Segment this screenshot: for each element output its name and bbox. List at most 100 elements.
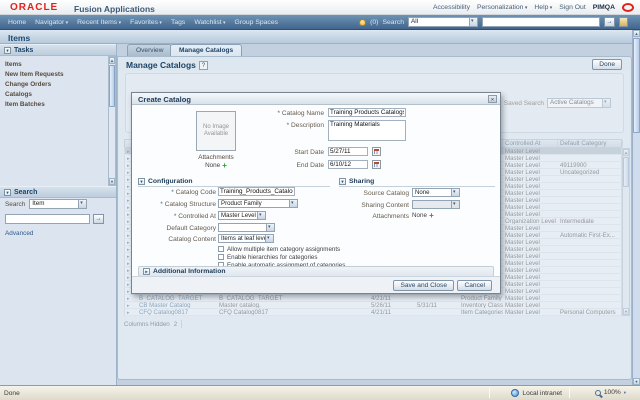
sidebar-search-scope-select[interactable]: Item (29, 199, 87, 209)
scrollbar-thumb[interactable] (109, 65, 115, 107)
tasks-sidebar: Tasks Items New Item Requests Change Ord… (0, 44, 117, 385)
scrollbar-thumb[interactable] (633, 38, 640, 133)
dropdown-arrow-icon[interactable] (266, 224, 274, 231)
nav-home[interactable]: Home (8, 19, 26, 26)
dropdown-arrow-icon[interactable] (78, 200, 86, 208)
configuration-section-header[interactable]: Configuration (138, 177, 330, 187)
sign-out-link[interactable]: Sign Out (559, 4, 585, 11)
tasks-list: Items New Item Requests Change Orders Ca… (0, 56, 108, 186)
default-category-select[interactable] (218, 223, 275, 232)
create-catalog-dialog: Create Catalog No Image Available Attach… (131, 92, 501, 294)
dropdown-arrow-icon[interactable] (451, 189, 459, 196)
page-scrollbar[interactable]: ▲ ▼ (632, 30, 640, 385)
end-date-input[interactable] (328, 160, 368, 169)
scroll-up-icon[interactable]: ▲ (109, 57, 115, 64)
start-date-calendar-icon[interactable] (372, 147, 381, 156)
catalog-structure-label: Catalog Structure (136, 200, 216, 209)
done-button[interactable]: Done (592, 59, 622, 70)
accessibility-link[interactable]: Accessibility (433, 4, 470, 11)
source-catalog-select[interactable]: None (412, 188, 460, 197)
help-icon[interactable] (199, 61, 208, 70)
app-title: Items (8, 33, 30, 43)
checkbox[interactable] (218, 254, 224, 260)
catalog-name-label: Catalog Name (228, 109, 324, 118)
sidebar-search-label: Search (5, 201, 25, 208)
dropdown-arrow-icon[interactable] (257, 212, 265, 219)
start-date-input[interactable] (328, 147, 368, 156)
default-category-label: Default Category (136, 224, 216, 233)
status-text: Done (4, 390, 20, 397)
collapse-icon[interactable] (339, 178, 346, 185)
start-date-label: Start Date (228, 148, 324, 157)
zoom-control[interactable]: 100% ▾ (595, 389, 626, 396)
sharing-section-header[interactable]: Sharing (339, 177, 495, 187)
close-icon[interactable] (488, 95, 497, 103)
tasks-panel-header[interactable]: Tasks (0, 44, 116, 56)
catalog-structure-select[interactable]: Product Family (218, 199, 298, 208)
dropdown-arrow-icon (451, 201, 459, 208)
collapse-icon[interactable] (138, 178, 145, 185)
section-heading-item-batches: Item Batches (5, 101, 106, 108)
tab-manage-catalogs[interactable]: Manage Catalogs (170, 44, 242, 56)
dropdown-arrow-icon[interactable] (265, 235, 273, 242)
nav-recent-items[interactable]: Recent Items (77, 19, 121, 26)
catalog-name-input[interactable] (328, 108, 406, 117)
dropdown-arrow-icon[interactable] (289, 200, 297, 207)
nav-watchlist[interactable]: Watchlist (194, 19, 225, 26)
save-and-close-button[interactable]: Save and Close (393, 280, 454, 291)
help-menu[interactable]: Help (534, 4, 552, 11)
oracle-logo: ORACLE (10, 2, 58, 13)
sharing-content-select (412, 200, 460, 209)
scroll-down-icon[interactable]: ▼ (109, 178, 115, 185)
nav-group-spaces[interactable]: Group Spaces (235, 19, 278, 26)
collapse-icon[interactable] (4, 47, 11, 54)
controlled-at-select[interactable]: Master Level (218, 211, 266, 220)
add-attachment-icon[interactable] (222, 162, 227, 169)
description-textarea[interactable]: Training Materials (328, 120, 406, 141)
global-search-input[interactable] (482, 17, 600, 27)
tab-overview[interactable]: Overview (127, 44, 172, 56)
dialog-title-bar[interactable]: Create Catalog (132, 93, 500, 105)
description-label: Description (228, 121, 324, 130)
magnifier-icon (595, 390, 601, 396)
tasks-scrollbar[interactable]: ▲ ▼ (108, 56, 116, 186)
global-search-scope-select[interactable]: All (408, 17, 478, 27)
sharing-attachments-value: None (412, 212, 427, 219)
section-heading-new-item-requests: New Item Requests (5, 71, 106, 78)
search-go-button[interactable] (604, 17, 615, 27)
search-panel-header[interactable]: Search (0, 186, 116, 198)
scroll-up-icon[interactable]: ▲ (633, 30, 640, 37)
app-title-bar: Items (0, 30, 640, 44)
catalog-content-label: Catalog Content (136, 235, 216, 244)
collapse-icon[interactable] (4, 189, 11, 196)
scroll-down-icon[interactable]: ▼ (633, 378, 640, 385)
global-nav-bar: Home Navigator Recent Items Favorites Ta… (0, 15, 640, 30)
section-heading-items: Items (5, 61, 106, 68)
catalog-code-label: Catalog Code (136, 188, 216, 197)
sidebar-search-go-button[interactable] (93, 214, 104, 224)
advanced-search-link[interactable]: Advanced (0, 230, 116, 237)
nav-favorites[interactable]: Favorites (130, 19, 162, 26)
cancel-button[interactable]: Cancel (457, 280, 492, 291)
catalog-content-select[interactable]: Items at leaf level (218, 234, 274, 243)
logged-in-user: PIMQA (593, 4, 615, 11)
suite-title: Fusion Applications (74, 4, 155, 14)
catalog-code-input[interactable] (218, 187, 295, 196)
checkbox[interactable] (218, 246, 224, 252)
end-date-calendar-icon[interactable] (372, 160, 381, 169)
search-options-icon[interactable] (619, 17, 628, 27)
checkbox-label: Enable hierarchies for categories (227, 254, 317, 261)
personalization-menu[interactable]: Personalization (477, 4, 527, 11)
notifications-bell-icon[interactable] (359, 19, 366, 26)
sharing-content-label: Sharing Content (337, 201, 409, 210)
nav-tags[interactable]: Tags (171, 19, 185, 26)
add-attachment-icon[interactable] (429, 212, 434, 219)
notification-count: (0) (370, 19, 378, 26)
security-zone-label: Local intranet (522, 390, 562, 397)
nav-navigator[interactable]: Navigator (35, 19, 68, 26)
dialog-footer: Save and Close Cancel (132, 276, 500, 293)
expand-icon[interactable] (143, 268, 150, 275)
attachments-value: None (205, 162, 220, 169)
dropdown-arrow-icon[interactable] (469, 18, 477, 26)
sidebar-search-input[interactable] (5, 214, 90, 224)
